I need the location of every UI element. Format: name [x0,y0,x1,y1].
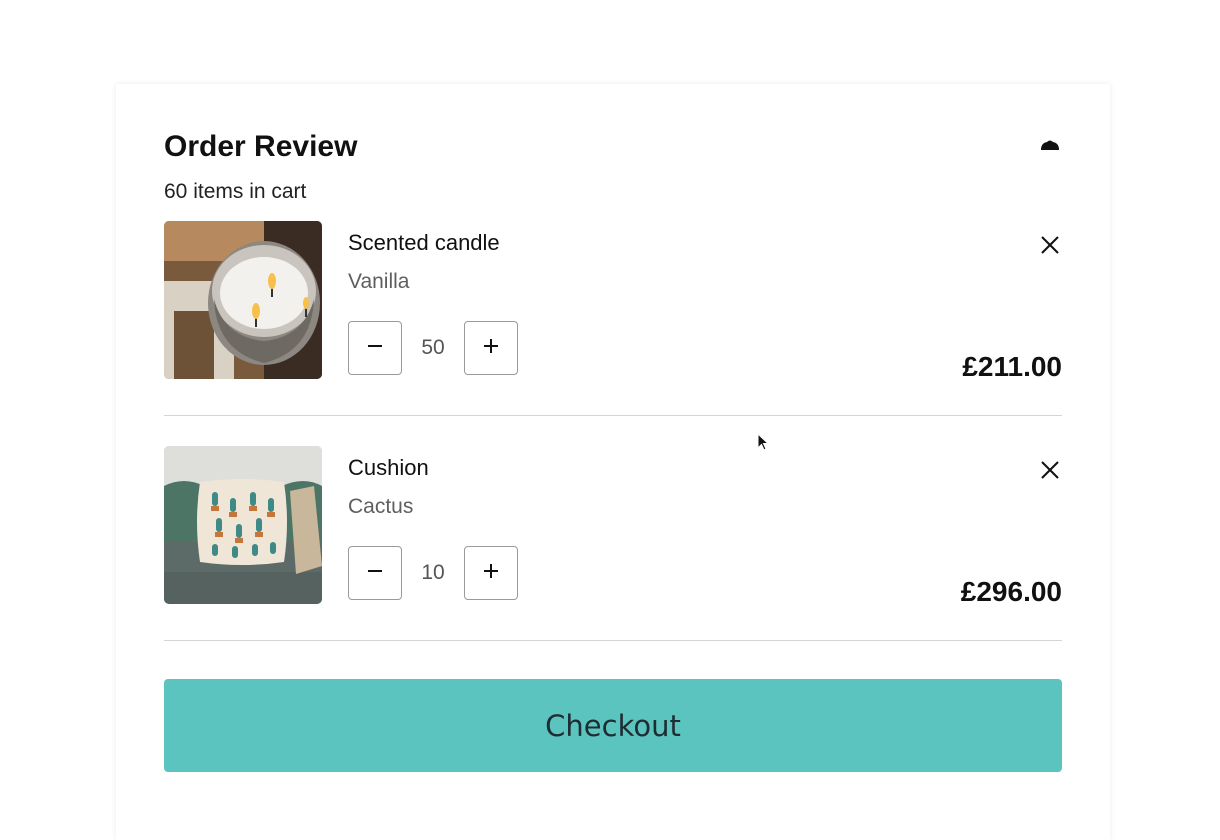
quantity-value: 50 [421,336,445,359]
candle-photo [164,221,322,379]
close-icon [1038,461,1062,486]
item-variant: Vanilla [348,270,410,293]
increase-quantity-button[interactable] [464,546,518,600]
checkout-button[interactable]: Checkout [164,679,1062,772]
item-price: £211.00 [962,351,1062,382]
page-title: Order Review [164,130,358,163]
decrease-quantity-button[interactable] [348,546,402,600]
cart-item-count: 60 items in cart [164,180,307,203]
minus-icon [366,562,384,585]
minus-icon [366,337,384,360]
divider [164,415,1062,416]
mouse-pointer-icon [757,432,771,453]
item-name: Cushion [348,455,429,480]
item-name: Scented candle [348,230,500,255]
item-variant: Cactus [348,495,414,518]
cushion-photo [164,446,322,604]
plus-icon [482,337,500,360]
chevron-up-icon[interactable] [1038,136,1062,156]
remove-item-button[interactable] [1038,458,1062,482]
quantity-stepper: 50 [348,320,518,376]
decrease-quantity-button[interactable] [348,321,402,375]
divider [164,640,1062,641]
plus-icon [482,562,500,585]
quantity-stepper: 10 [348,545,518,601]
cart-item: Scented candle Vanilla 50 £211.00 [164,221,1062,382]
quantity-value: 10 [421,561,445,584]
order-review-header: Order Review 60 items in cart [164,128,1062,203]
remove-item-button[interactable] [1038,233,1062,257]
cart-item: Cushion Cactus 10 £296.00 [164,446,1062,607]
close-icon [1038,236,1062,261]
item-price: £296.00 [960,576,1062,607]
order-review-panel: Order Review 60 items in cart Scented ca… [116,84,1110,840]
increase-quantity-button[interactable] [464,321,518,375]
